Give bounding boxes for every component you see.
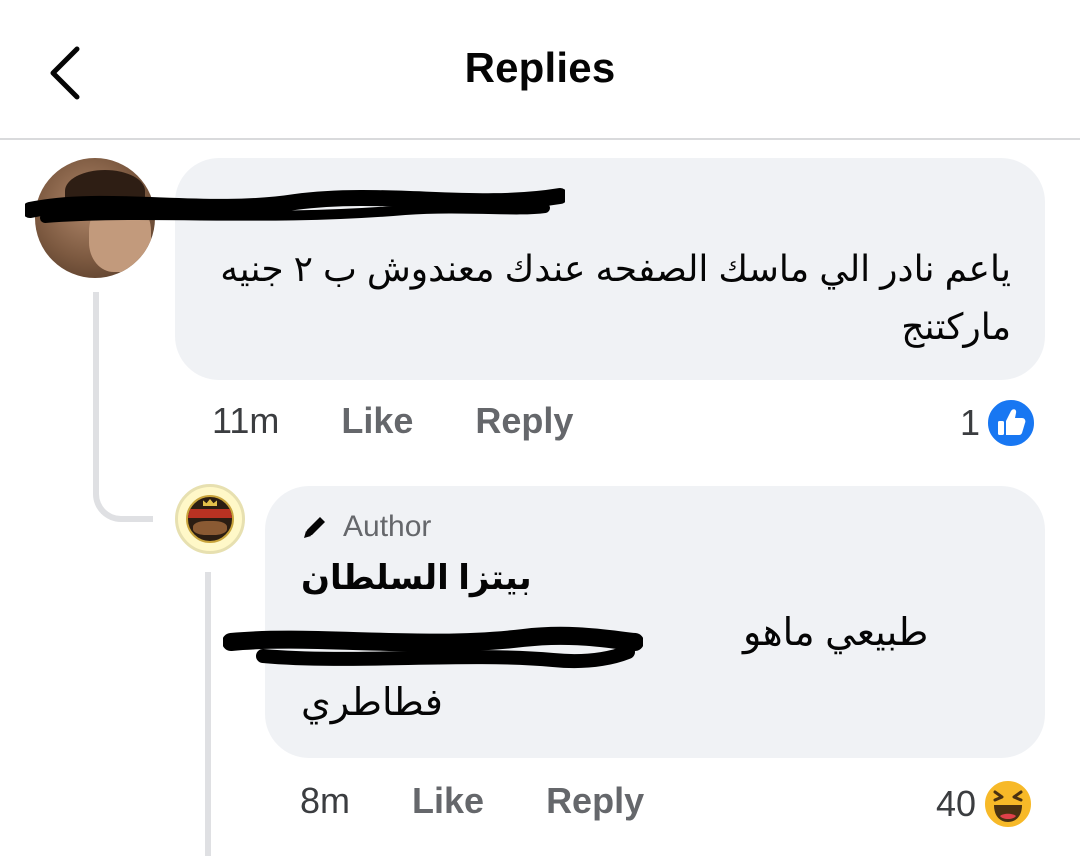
reply-button[interactable]: Reply [546, 780, 644, 822]
author-badge: Author [301, 510, 431, 544]
reaction-count: 40 [936, 783, 977, 824]
author-badge-label: Author [343, 510, 432, 543]
comment-bubble[interactable]: Author بيتزا السلطان طبيعي ماهو فطاطري [223, 486, 1045, 758]
comment-bubble[interactable]: ياعم نادر الي ماسك الصفحه عندك معندوش ب … [25, 158, 1045, 380]
comment-time: 8m [300, 780, 351, 821]
reaction-summary[interactable]: 40 [936, 778, 1034, 830]
thread-connector [93, 292, 153, 522]
comment-actions: 11m Like Reply [212, 400, 635, 442]
like-button[interactable]: Like [341, 400, 413, 442]
like-icon [986, 398, 1037, 448]
page-title: Replies [464, 44, 616, 91]
redacted-name [25, 188, 565, 223]
comment-text: طبيعي ماهو [743, 612, 929, 654]
comment-actions: 8m Like Reply [300, 780, 706, 822]
commenter-name[interactable]: بيتزا السلطان [301, 558, 532, 598]
avatar[interactable] [175, 484, 245, 554]
comment-time: 11m [212, 400, 280, 441]
comment-text: ياعم نادر الي ماسك الصفحه عندك معندوش ب … [220, 248, 1011, 347]
thread-connector [205, 572, 211, 856]
top-bar: Replies [0, 0, 1080, 140]
reaction-count: 1 [960, 402, 981, 443]
reply-button[interactable]: Reply [475, 400, 573, 442]
like-button[interactable]: Like [412, 780, 484, 822]
pencil-icon [304, 517, 325, 538]
haha-icon [983, 779, 1034, 829]
reaction-summary[interactable]: 1 [960, 398, 1037, 448]
redacted-mention [223, 626, 643, 669]
comment-text: فطاطري [301, 682, 443, 724]
